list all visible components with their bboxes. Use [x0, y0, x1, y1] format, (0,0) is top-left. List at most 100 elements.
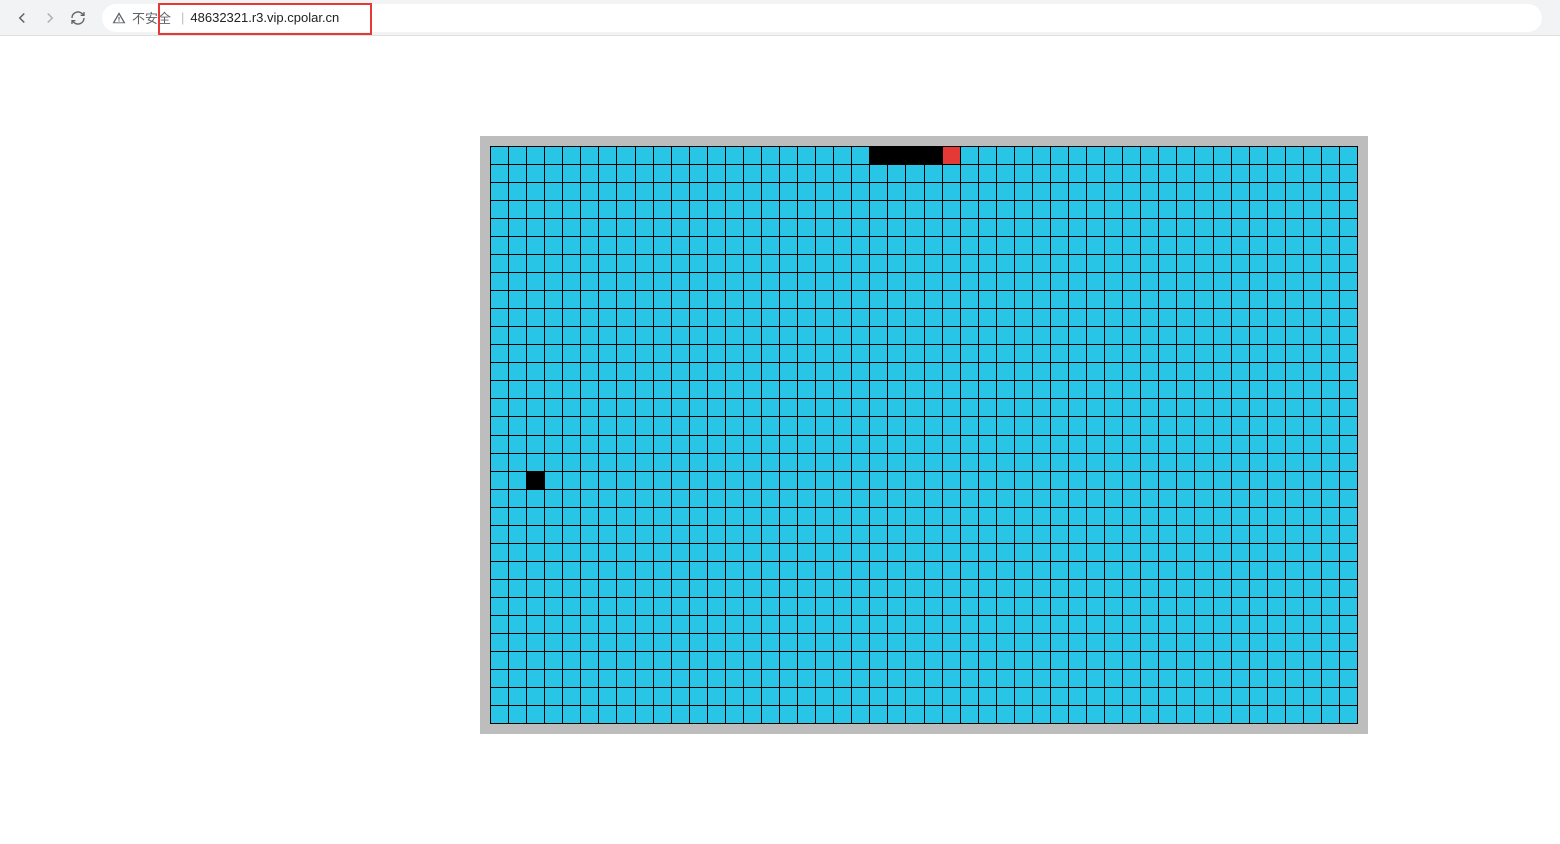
grid-cell	[1322, 706, 1339, 723]
grid-cell	[563, 562, 580, 579]
grid-cell	[726, 634, 743, 651]
grid-cell	[654, 327, 671, 344]
grid-cell	[1015, 688, 1032, 705]
grid-cell	[527, 454, 544, 471]
grid-cell	[1177, 273, 1194, 290]
grid-cell	[1141, 183, 1158, 200]
grid-cell	[1340, 381, 1357, 398]
snake-body-cell	[870, 147, 887, 164]
grid-cell	[599, 309, 616, 326]
grid-cell	[780, 598, 797, 615]
grid-cell	[997, 508, 1014, 525]
grid-cell	[1105, 201, 1122, 218]
grid-cell	[1123, 472, 1140, 489]
grid-cell	[870, 291, 887, 308]
grid-cell	[1250, 526, 1267, 543]
grid-cell	[726, 544, 743, 561]
grid-cell	[834, 399, 851, 416]
grid-cell	[834, 201, 851, 218]
grid-cell	[1087, 363, 1104, 380]
grid-cell	[1177, 616, 1194, 633]
grid-cell	[834, 616, 851, 633]
grid-cell	[1268, 237, 1285, 254]
grid-cell	[617, 670, 634, 687]
grid-cell	[979, 580, 996, 597]
grid-cell	[1250, 255, 1267, 272]
grid-cell	[870, 490, 887, 507]
grid-cell	[1141, 562, 1158, 579]
grid-cell	[888, 508, 905, 525]
grid-cell	[527, 201, 544, 218]
grid-cell	[1177, 508, 1194, 525]
grid-cell	[563, 237, 580, 254]
grid-cell	[925, 183, 942, 200]
grid-cell	[726, 183, 743, 200]
grid-cell	[997, 273, 1014, 290]
grid-cell	[708, 345, 725, 362]
grid-cell	[762, 255, 779, 272]
grid-cell	[581, 670, 598, 687]
grid-cell	[1123, 454, 1140, 471]
grid-cell	[1033, 345, 1050, 362]
grid-cell	[1123, 327, 1140, 344]
grid-cell	[636, 273, 653, 290]
grid-cell	[1159, 291, 1176, 308]
grid-cell	[1123, 598, 1140, 615]
grid-cell	[617, 381, 634, 398]
grid-cell	[943, 634, 960, 651]
grid-cell	[726, 706, 743, 723]
grid-cell	[1304, 345, 1321, 362]
grid-cell	[979, 706, 996, 723]
grid-cell	[1232, 381, 1249, 398]
grid-cell	[726, 165, 743, 182]
grid-cell	[1322, 255, 1339, 272]
grid-cell	[509, 417, 526, 434]
address-bar[interactable]: 不安全 | 48632321.r3.vip.cpolar.cn	[102, 4, 1542, 32]
grid-cell	[509, 255, 526, 272]
grid-cell	[744, 670, 761, 687]
grid-cell	[979, 454, 996, 471]
grid-cell	[1268, 327, 1285, 344]
grid-cell	[1033, 201, 1050, 218]
grid-cell	[654, 345, 671, 362]
grid-cell	[1087, 688, 1104, 705]
grid-cell	[509, 598, 526, 615]
grid-cell	[798, 219, 815, 236]
grid-cell	[1304, 165, 1321, 182]
grid-cell	[599, 652, 616, 669]
grid-cell	[744, 490, 761, 507]
grid-cell	[888, 562, 905, 579]
grid-cell	[925, 580, 942, 597]
grid-cell	[1123, 706, 1140, 723]
grid-cell	[1340, 616, 1357, 633]
grid-cell	[1159, 436, 1176, 453]
grid-cell	[1195, 399, 1212, 416]
grid-cell	[1159, 562, 1176, 579]
grid-cell	[1069, 688, 1086, 705]
grid-cell	[1141, 291, 1158, 308]
back-button[interactable]	[8, 4, 36, 32]
grid-cell	[1087, 219, 1104, 236]
game-grid[interactable]	[490, 146, 1358, 724]
grid-cell	[708, 237, 725, 254]
grid-cell	[852, 291, 869, 308]
grid-cell	[1015, 399, 1032, 416]
grid-cell	[527, 381, 544, 398]
reload-button[interactable]	[64, 4, 92, 32]
grid-cell	[726, 345, 743, 362]
grid-cell	[744, 526, 761, 543]
forward-button[interactable]	[36, 4, 64, 32]
grid-cell	[1286, 255, 1303, 272]
grid-cell	[690, 219, 707, 236]
grid-cell	[1069, 670, 1086, 687]
grid-cell	[906, 652, 923, 669]
grid-cell	[599, 417, 616, 434]
grid-cell	[943, 688, 960, 705]
grid-cell	[1123, 634, 1140, 651]
grid-cell	[636, 580, 653, 597]
grid-cell	[1232, 291, 1249, 308]
grid-cell	[834, 255, 851, 272]
grid-cell	[654, 652, 671, 669]
grid-cell	[816, 219, 833, 236]
grid-cell	[943, 417, 960, 434]
